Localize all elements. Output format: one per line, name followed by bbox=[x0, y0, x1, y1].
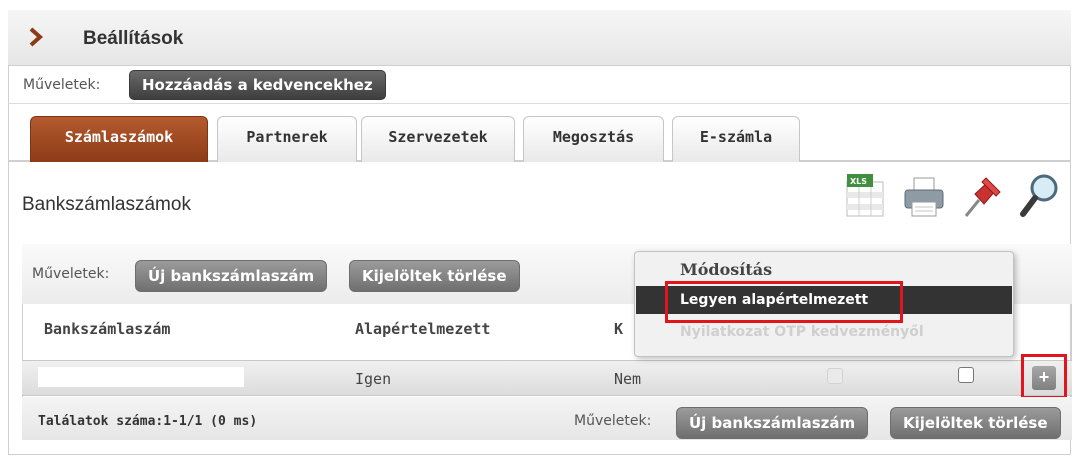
cell-default: Igen bbox=[355, 370, 392, 388]
tab-bar: Számlaszámok Partnerek Szervezetek Megos… bbox=[8, 104, 1071, 162]
column-header-k[interactable]: K bbox=[614, 320, 623, 338]
top-actions-bar: Műveletek: Hozzáadás a kedvencekhez bbox=[8, 66, 1071, 104]
actions-label: Műveletek: bbox=[23, 77, 101, 93]
search-icon[interactable] bbox=[1018, 172, 1062, 220]
menu-item-otp-declaration: Nyilatkozat OTP kedvezményől bbox=[680, 324, 924, 340]
pin-icon[interactable] bbox=[960, 172, 1004, 220]
row-select-checkbox[interactable] bbox=[958, 367, 974, 383]
page-title: Beállítások bbox=[83, 28, 184, 49]
add-to-favorites-button[interactable]: Hozzáadás a kedvencekhez bbox=[129, 70, 386, 100]
tab-partnerek[interactable]: Partnerek bbox=[217, 116, 357, 162]
column-header-account[interactable]: Bankszámlaszám bbox=[44, 320, 170, 338]
context-menu-header: Módosítás bbox=[680, 260, 773, 279]
row-checkbox-disabled bbox=[827, 368, 843, 384]
column-header-default[interactable]: Alapértelmezett bbox=[355, 320, 490, 338]
grid-actions-label: Műveletek: bbox=[32, 266, 110, 282]
new-account-button[interactable]: Új bankszámlaszám bbox=[135, 260, 328, 292]
tab-szamlaszamok[interactable]: Számlaszámok bbox=[30, 116, 208, 162]
print-icon[interactable] bbox=[902, 172, 946, 220]
footer-actions-label: Műveletek: bbox=[574, 413, 652, 429]
panel-header: Beállítások bbox=[8, 10, 1071, 66]
tab-szervezetek[interactable]: Szervezetek bbox=[361, 116, 515, 162]
highlight-menu-outline bbox=[665, 281, 903, 323]
delete-selected-button[interactable]: Kijelöltek törlése bbox=[349, 260, 520, 292]
cell-col3: Nem bbox=[614, 370, 642, 388]
highlight-plus-outline bbox=[1021, 354, 1067, 399]
footer-new-account-button[interactable]: Új bankszámlaszám bbox=[676, 407, 869, 439]
xls-export-icon[interactable]: XLS bbox=[843, 172, 887, 220]
results-count: Találatok száma:1-1/1 (0 ms) bbox=[38, 414, 258, 429]
footer-delete-selected-button[interactable]: Kijelöltek törlése bbox=[890, 407, 1061, 439]
section-title: Bankszámlaszámok bbox=[22, 194, 191, 215]
tab-megosztas[interactable]: Megosztás bbox=[523, 116, 664, 162]
redacted-account-number bbox=[38, 367, 244, 387]
chevron-right-icon[interactable] bbox=[28, 26, 44, 48]
tab-e-szamla[interactable]: E-számla bbox=[672, 116, 800, 162]
svg-text:XLS: XLS bbox=[850, 177, 867, 186]
